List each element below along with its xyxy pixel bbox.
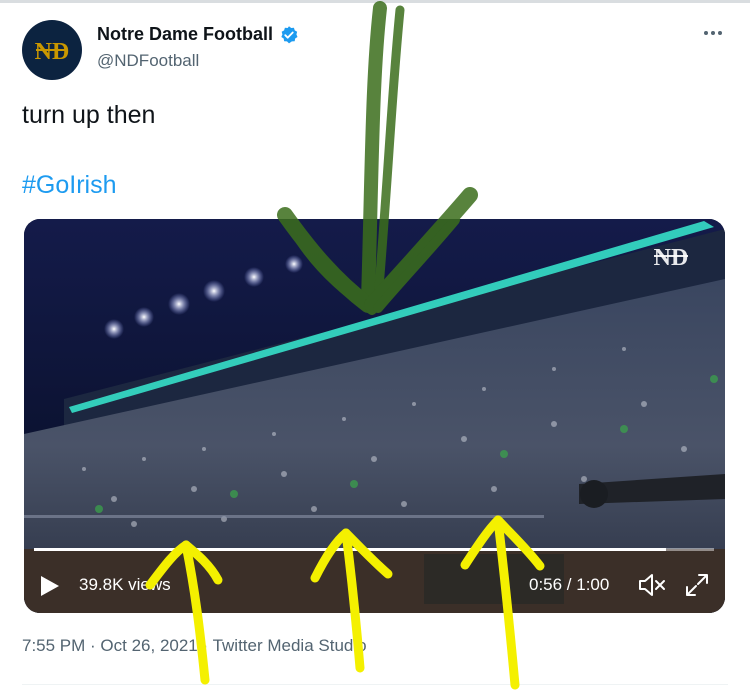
tweet-date[interactable]: Oct 26, 2021 [100, 636, 197, 655]
video-player[interactable]: ND 39.8K views 0:56 / 1:00 [24, 219, 725, 613]
bottom-divider [22, 684, 728, 685]
author-name-row[interactable]: Notre Dame Football [97, 24, 299, 45]
meta-separator: · [85, 636, 101, 655]
svg-text:ND: ND [654, 245, 689, 271]
video-time: 0:56 / 1:00 [529, 575, 610, 594]
svg-text:ND: ND [35, 39, 70, 65]
volume-muted-icon[interactable] [637, 572, 667, 598]
video-progress-bar[interactable] [34, 548, 714, 551]
display-name[interactable]: Notre Dame Football [97, 24, 273, 45]
video-progress-fill [34, 548, 667, 551]
avatar[interactable]: ND [22, 20, 82, 80]
top-divider [0, 0, 750, 3]
tweet-text: turn up then [22, 101, 156, 129]
view-count: 39.8K views [79, 575, 171, 594]
tweet-meta: 7:55 PM · Oct 26, 2021 · Twitter Media S… [22, 636, 367, 656]
play-icon[interactable] [39, 574, 61, 598]
fullscreen-icon[interactable] [684, 572, 710, 598]
tweet-source: Twitter Media Studio [212, 636, 367, 655]
stadium-scene-image [24, 219, 725, 613]
author-handle[interactable]: @NDFootball [97, 51, 199, 71]
tweet-time[interactable]: 7:55 PM [22, 636, 85, 655]
meta-separator: · [197, 636, 213, 655]
nd-watermark-icon: ND [654, 245, 689, 271]
nd-monogram-icon: ND [35, 39, 70, 65]
hashtag-link[interactable]: #GoIrish [22, 171, 116, 200]
more-options-icon[interactable] [704, 26, 726, 40]
verified-badge-icon [281, 25, 298, 43]
